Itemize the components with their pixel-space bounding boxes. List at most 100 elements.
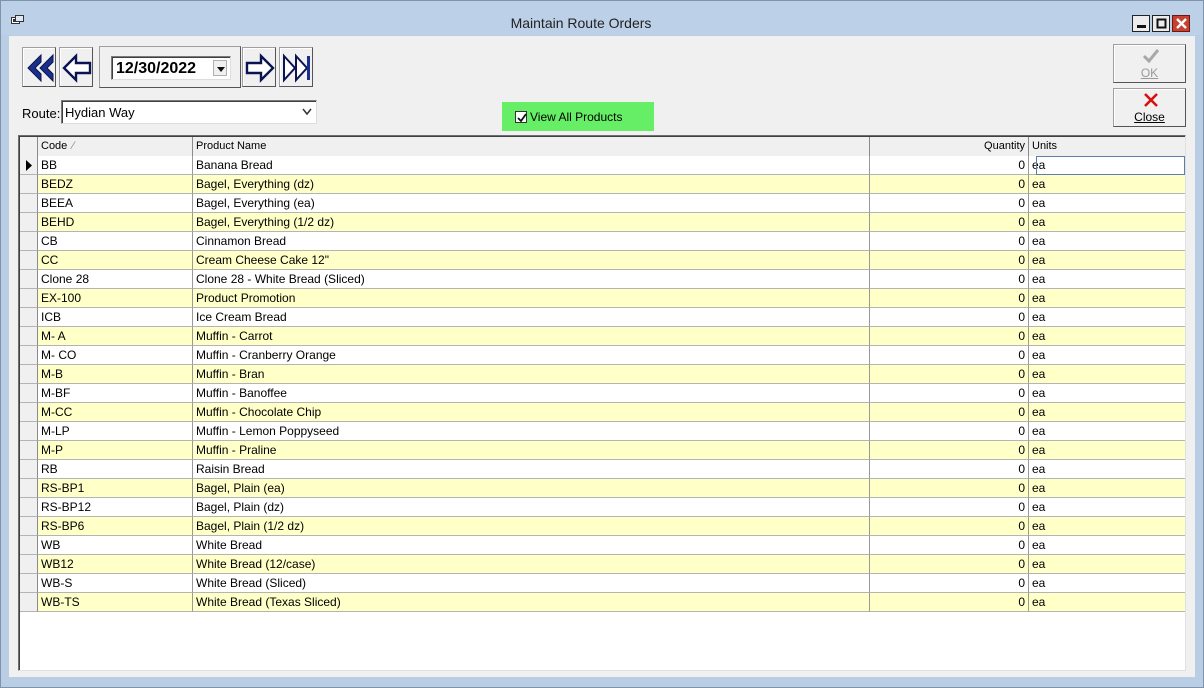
cell-quantity[interactable]: 0 [870,384,1029,403]
cell-quantity[interactable]: 0 [870,251,1029,270]
cell-units[interactable]: ea [1029,346,1185,365]
table-row[interactable]: WB White Bread 0 ea [20,536,1185,555]
row-selector[interactable] [20,327,38,346]
cell-product-name[interactable]: Product Promotion [193,289,870,308]
cell-quantity[interactable]: 0 [870,308,1029,327]
last-date-button[interactable] [279,47,313,87]
minimize-button[interactable] [1132,15,1150,32]
cell-units[interactable]: ea [1029,270,1185,289]
cell-units[interactable]: ea [1029,365,1185,384]
row-selector[interactable] [20,536,38,555]
cell-quantity[interactable]: 0 [870,213,1029,232]
row-selector[interactable] [20,422,38,441]
row-selector[interactable] [20,270,38,289]
row-selector[interactable] [20,175,38,194]
cell-code[interactable]: RS-BP1 [38,479,193,498]
cell-quantity[interactable]: 0 [870,517,1029,536]
table-row[interactable]: M-CC Muffin - Chocolate Chip 0 ea [20,403,1185,422]
cell-code[interactable]: M-LP [38,422,193,441]
table-row[interactable]: M-BF Muffin - Banoffee 0 ea [20,384,1185,403]
title-bar[interactable]: Maintain Route Orders [1,1,1203,35]
table-row[interactable]: M-B Muffin - Bran 0 ea [20,365,1185,384]
cell-product-name[interactable]: Clone 28 - White Bread (Sliced) [193,270,870,289]
cell-product-name[interactable]: Muffin - Chocolate Chip [193,403,870,422]
view-all-products-toggle[interactable]: View All Products [502,102,654,131]
row-selector[interactable] [20,289,38,308]
cell-quantity[interactable]: 0 [870,346,1029,365]
cell-code[interactable]: RS-BP6 [38,517,193,536]
cell-units[interactable]: ea [1029,479,1185,498]
date-picker[interactable]: 12/30/2022 [111,56,231,80]
cell-product-name[interactable]: Muffin - Lemon Poppyseed [193,422,870,441]
cell-quantity[interactable]: 0 [870,536,1029,555]
table-row[interactable]: RB Raisin Bread 0 ea [20,460,1185,479]
cell-product-name[interactable]: White Bread (12/case) [193,555,870,574]
first-date-button[interactable] [22,47,56,87]
cell-product-name[interactable]: Raisin Bread [193,460,870,479]
cell-product-name[interactable]: Bagel, Plain (dz) [193,498,870,517]
cell-product-name[interactable]: Muffin - Banoffee [193,384,870,403]
cell-quantity[interactable]: 0 [870,365,1029,384]
column-header-units[interactable]: Units [1029,137,1185,157]
cell-units[interactable]: ea [1029,194,1185,213]
row-selector[interactable] [20,403,38,422]
cell-units[interactable]: ea [1029,327,1185,346]
row-selector[interactable] [20,232,38,251]
cell-product-name[interactable]: Bagel, Plain (1/2 dz) [193,517,870,536]
cell-units[interactable]: ea [1029,536,1185,555]
row-selector[interactable] [20,498,38,517]
cell-units[interactable]: ea [1029,460,1185,479]
table-row[interactable]: EX-100 Product Promotion 0 ea [20,289,1185,308]
cell-product-name[interactable]: Bagel, Everything (dz) [193,175,870,194]
cell-quantity[interactable]: 0 [870,194,1029,213]
table-row[interactable]: RS-BP6 Bagel, Plain (1/2 dz) 0 ea [20,517,1185,536]
table-row[interactable]: CC Cream Cheese Cake 12" 0 ea [20,251,1185,270]
cell-product-name[interactable]: White Bread (Sliced) [193,574,870,593]
table-row[interactable]: M-LP Muffin - Lemon Poppyseed 0 ea [20,422,1185,441]
cell-product-name[interactable]: Bagel, Everything (1/2 dz) [193,213,870,232]
cell-units[interactable]: ea [1029,555,1185,574]
window-close-button[interactable] [1172,15,1190,32]
cell-units[interactable]: ea [1029,498,1185,517]
products-grid[interactable]: Code ∕ Product Name Quantity Units BB Ban… [18,135,1186,671]
maximize-button[interactable] [1152,15,1170,32]
row-selector[interactable] [20,384,38,403]
cell-code[interactable]: BEHD [38,213,193,232]
table-row[interactable]: RS-BP12 Bagel, Plain (dz) 0 ea [20,498,1185,517]
table-row[interactable]: M- A Muffin - Carrot 0 ea [20,327,1185,346]
cell-quantity[interactable]: 0 [870,479,1029,498]
cell-code[interactable]: WB [38,536,193,555]
cell-code[interactable]: M-P [38,441,193,460]
cell-product-name[interactable]: Ice Cream Bread [193,308,870,327]
cell-quantity[interactable]: 0 [870,403,1029,422]
cell-units[interactable]: ea [1029,156,1185,175]
cell-product-name[interactable]: Banana Bread [193,156,870,175]
cell-code[interactable]: M- CO [38,346,193,365]
cell-units[interactable]: ea [1029,422,1185,441]
table-row[interactable]: BEHD Bagel, Everything (1/2 dz) 0 ea [20,213,1185,232]
cell-code[interactable]: EX-100 [38,289,193,308]
row-selector[interactable] [20,156,38,175]
table-row[interactable]: BEDZ Bagel, Everything (dz) 0 ea [20,175,1185,194]
cell-units[interactable]: ea [1029,308,1185,327]
row-selector[interactable] [20,574,38,593]
row-selector[interactable] [20,517,38,536]
cell-product-name[interactable]: Cream Cheese Cake 12" [193,251,870,270]
cell-quantity[interactable]: 0 [870,441,1029,460]
cell-product-name[interactable]: Muffin - Carrot [193,327,870,346]
cell-units[interactable]: ea [1029,213,1185,232]
column-header-quantity[interactable]: Quantity [870,137,1029,157]
row-selector[interactable] [20,346,38,365]
table-row[interactable]: BB Banana Bread 0 ea [20,156,1185,175]
row-selector[interactable] [20,593,38,612]
cell-code[interactable]: CC [38,251,193,270]
row-selector[interactable] [20,460,38,479]
column-header-product-name[interactable]: Product Name [193,137,870,157]
cell-quantity[interactable]: 0 [870,327,1029,346]
previous-date-button[interactable] [59,47,93,87]
cell-units[interactable]: ea [1029,289,1185,308]
cell-code[interactable]: M-CC [38,403,193,422]
row-selector[interactable] [20,365,38,384]
table-row[interactable]: WB-TS White Bread (Texas Sliced) 0 ea [20,593,1185,612]
cell-code[interactable]: RS-BP12 [38,498,193,517]
